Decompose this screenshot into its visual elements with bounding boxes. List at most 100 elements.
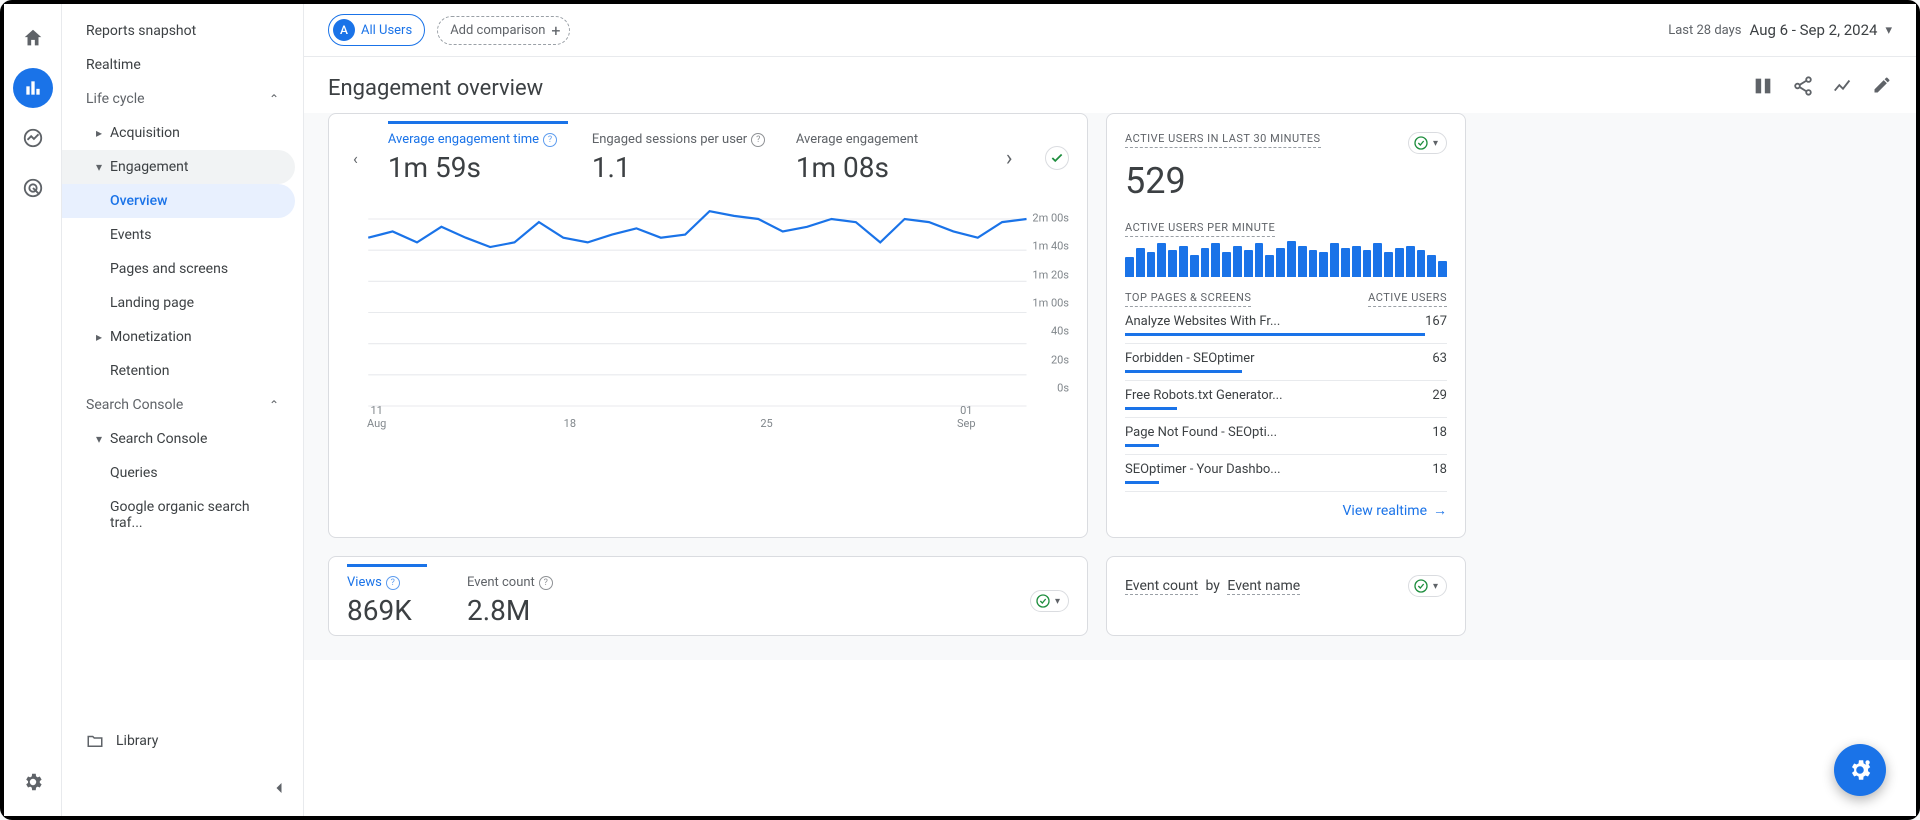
y-axis-label: 1m 40s — [1032, 240, 1069, 253]
status-check-dropdown[interactable]: ▾ — [1408, 575, 1447, 597]
sidebar-engagement[interactable]: ▾ Engagement — [62, 150, 295, 184]
table-row[interactable]: Free Robots.txt Generator...29 — [1125, 381, 1447, 418]
page-title: Engagement overview — [328, 76, 543, 101]
metric-avg-engagement[interactable]: Average engagement 1m 08s — [796, 132, 976, 184]
advertising-icon[interactable] — [13, 168, 53, 208]
y-axis-label: 2m 00s — [1032, 212, 1069, 225]
event-count-text: Event count — [1125, 578, 1198, 595]
home-icon[interactable] — [13, 18, 53, 58]
status-check-dropdown[interactable]: ▾ — [1030, 590, 1069, 612]
sparkbar-bar — [1427, 255, 1436, 278]
date-range-picker[interactable]: Last 28 days Aug 6 - Sep 2, 2024 ▾ — [1668, 21, 1892, 39]
sparkbar-bar — [1201, 248, 1210, 277]
chevron-up-icon: ⌃ — [269, 92, 279, 106]
view-realtime-label: View realtime — [1343, 503, 1427, 519]
table-row[interactable]: Analyze Websites With Fr...167 — [1125, 307, 1447, 344]
sparkbar-bar — [1233, 246, 1242, 278]
users-per-minute-sparkbar — [1125, 237, 1447, 277]
compare-icon[interactable] — [1752, 75, 1774, 101]
prev-metric-arrow[interactable]: ‹ — [347, 143, 364, 174]
plus-icon: + — [551, 21, 560, 40]
settings-icon[interactable] — [13, 762, 53, 802]
sidebar-item-label: Engagement — [110, 159, 188, 175]
sidebar-section-lifecycle[interactable]: Life cycle ⌃ — [62, 82, 295, 116]
assistant-fab[interactable] — [1834, 744, 1886, 796]
table-row[interactable]: Forbidden - SEOptimer63 — [1125, 344, 1447, 381]
dropdown-icon: ▾ — [1055, 596, 1060, 607]
sidebar-engagement-overview[interactable]: Overview — [62, 184, 295, 218]
sidebar-google-organic[interactable]: Google organic search traf... — [62, 490, 295, 540]
collapse-sidebar-icon[interactable] — [269, 778, 289, 802]
sparkbar-bar — [1211, 243, 1220, 277]
dropdown-icon: ▾ — [1433, 138, 1438, 149]
sidebar-realtime[interactable]: Realtime — [62, 48, 295, 82]
y-axis-label: 0s — [1057, 382, 1069, 395]
metric-event-count[interactable]: Event count? 2.8M — [467, 575, 647, 627]
col-pages-label: TOP PAGES & SCREENS — [1125, 291, 1251, 307]
sidebar-library[interactable]: Library — [62, 722, 182, 760]
chevron-up-icon: ⌃ — [269, 398, 279, 412]
sidebar-section-lifecycle-label: Life cycle — [86, 91, 145, 107]
sparkbar-bar — [1384, 252, 1393, 277]
by-text: by — [1206, 578, 1220, 594]
caret-right-icon: ▸ — [96, 330, 102, 344]
sparkbar-bar — [1147, 252, 1156, 277]
view-realtime-link[interactable]: View realtime → — [1125, 502, 1447, 519]
explore-icon[interactable] — [13, 118, 53, 158]
metric-label: Average engagement — [796, 132, 918, 147]
share-icon[interactable] — [1792, 75, 1814, 101]
sparkbar-bar — [1244, 250, 1253, 277]
chip-label: All Users — [361, 23, 412, 38]
engagement-chart-card: ‹ Average engagement time? 1m 59s Engage… — [328, 113, 1088, 538]
metric-engaged-sessions[interactable]: Engaged sessions per user? 1.1 — [592, 132, 772, 184]
x-axis-label: 25 — [760, 417, 772, 430]
help-icon[interactable]: ? — [543, 133, 557, 147]
edit-icon[interactable] — [1872, 75, 1892, 101]
sparkbar-bar — [1222, 252, 1231, 277]
event-name-text: Event name — [1227, 578, 1300, 595]
title-actions — [1752, 75, 1892, 101]
sidebar-search-console-sub[interactable]: ▾ Search Console — [62, 422, 295, 456]
sparkbar-bar — [1309, 250, 1318, 277]
sidebar-engagement-landing[interactable]: Landing page — [62, 286, 295, 320]
next-metric-arrow[interactable]: › — [1000, 140, 1019, 177]
y-axis-label: 1m 20s — [1032, 268, 1069, 281]
help-icon[interactable]: ? — [386, 576, 400, 590]
sidebar-engagement-events[interactable]: Events — [62, 218, 295, 252]
table-row[interactable]: Page Not Found - SEOpti...18 — [1125, 418, 1447, 455]
chip-add-comparison[interactable]: Add comparison + — [437, 16, 569, 45]
arrow-right-icon: → — [1433, 502, 1447, 519]
metric-views[interactable]: Views? 869K — [347, 564, 427, 627]
insights-icon[interactable] — [1832, 75, 1854, 101]
help-icon[interactable]: ? — [751, 133, 765, 147]
icon-rail — [4, 4, 62, 816]
sparkbar-bar — [1352, 246, 1361, 278]
status-check-icon[interactable] — [1045, 146, 1069, 170]
metric-value: 1m 08s — [796, 151, 976, 184]
chip-all-users[interactable]: A All Users — [328, 14, 425, 46]
sparkbar-bar — [1417, 250, 1426, 277]
realtime-table-head: TOP PAGES & SCREENS ACTIVE USERS — [1125, 291, 1447, 307]
status-check-dropdown[interactable]: ▾ — [1408, 132, 1447, 154]
event-count-card: Event count by Event name ▾ — [1106, 556, 1466, 636]
x-axis-label: 01Sep — [957, 404, 976, 430]
sidebar-retention[interactable]: Retention — [62, 354, 295, 388]
sidebar-section-search-console[interactable]: Search Console ⌃ — [62, 388, 295, 422]
reports-icon[interactable] — [13, 68, 53, 108]
sidebar-engagement-pages[interactable]: Pages and screens — [62, 252, 295, 286]
help-icon[interactable]: ? — [539, 576, 553, 590]
sidebar-acquisition[interactable]: ▸ Acquisition — [62, 116, 295, 150]
sparkbar-bar — [1363, 250, 1372, 277]
caret-down-icon: ▾ — [96, 432, 102, 446]
sidebar-reports-snapshot[interactable]: Reports snapshot — [62, 14, 295, 48]
sidebar-queries[interactable]: Queries — [62, 456, 295, 490]
sparkbar-bar — [1168, 250, 1177, 277]
sparkbar-bar — [1190, 255, 1199, 278]
sparkbar-bar — [1395, 248, 1404, 277]
sidebar-monetization[interactable]: ▸ Monetization — [62, 320, 295, 354]
caret-right-icon: ▸ — [96, 126, 102, 140]
sparkbar-bar — [1287, 241, 1296, 277]
table-row[interactable]: SEOptimer - Your Dashbo...18 — [1125, 455, 1447, 492]
caret-down-icon: ▾ — [96, 160, 102, 174]
metric-avg-engagement-time[interactable]: Average engagement time? 1m 59s — [388, 121, 568, 184]
